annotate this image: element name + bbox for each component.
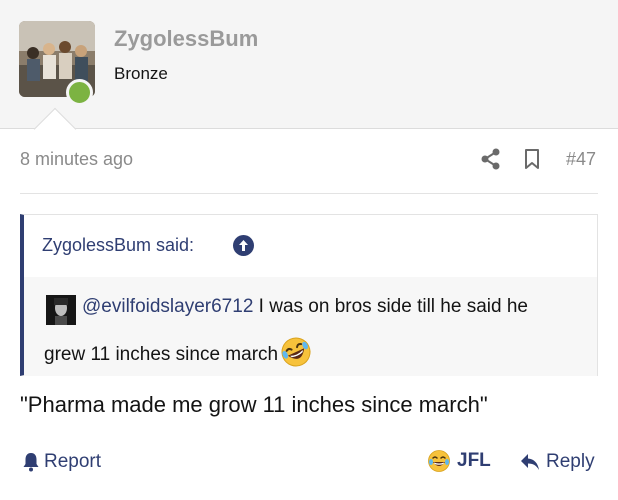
- bell-icon: [23, 453, 39, 472]
- user-mention-link[interactable]: @evilfoidslayer6712: [82, 296, 253, 317]
- quote-text-part: I was on bros side till he said he: [253, 296, 528, 317]
- reply-label: Reply: [546, 451, 595, 472]
- author-rank: Bronze: [114, 64, 168, 83]
- post-meta-row: 8 minutes ago #47: [0, 143, 618, 179]
- online-status-indicator: [66, 79, 93, 106]
- quote-text-line-2: grew 11 inches since march: [44, 336, 312, 368]
- post-timestamp[interactable]: 8 minutes ago: [20, 149, 133, 170]
- post-footer: Report JFL Reply: [0, 446, 618, 480]
- post-message: "Pharma made me grow 11 inches since mar…: [20, 392, 488, 417]
- reaction-label: JFL: [457, 450, 491, 471]
- reply-button[interactable]: Reply: [520, 451, 595, 473]
- quote-block: ZygolessBum said: @evilfoidslayer6712 I …: [20, 214, 598, 376]
- quote-attribution[interactable]: ZygolessBum said:: [42, 235, 194, 256]
- report-button[interactable]: Report: [22, 451, 101, 473]
- author-username[interactable]: ZygolessBum: [114, 26, 258, 52]
- post-author-header: ZygolessBum Bronze: [0, 0, 618, 151]
- share-icon[interactable]: [481, 148, 501, 170]
- quote-content: @evilfoidslayer6712 I was on bros side t…: [24, 277, 597, 376]
- reply-arrow-icon: [521, 454, 539, 470]
- rolling-on-floor-laughing-emoji: [281, 337, 311, 367]
- meta-divider: [20, 193, 598, 194]
- reaction-button[interactable]: JFL: [427, 449, 491, 473]
- arrow-up-circle-icon[interactable]: [233, 235, 254, 256]
- quote-text-part-2: grew 11 inches since march: [44, 344, 279, 365]
- quote-text-line-1: @evilfoidslayer6712 I was on bros side t…: [82, 296, 528, 318]
- report-label: Report: [44, 451, 102, 472]
- mentioned-user-avatar[interactable]: [46, 295, 76, 325]
- bookmark-icon[interactable]: [524, 148, 540, 170]
- face-with-tears-of-joy-emoji: [428, 450, 450, 472]
- post-number-link[interactable]: #47: [566, 149, 596, 170]
